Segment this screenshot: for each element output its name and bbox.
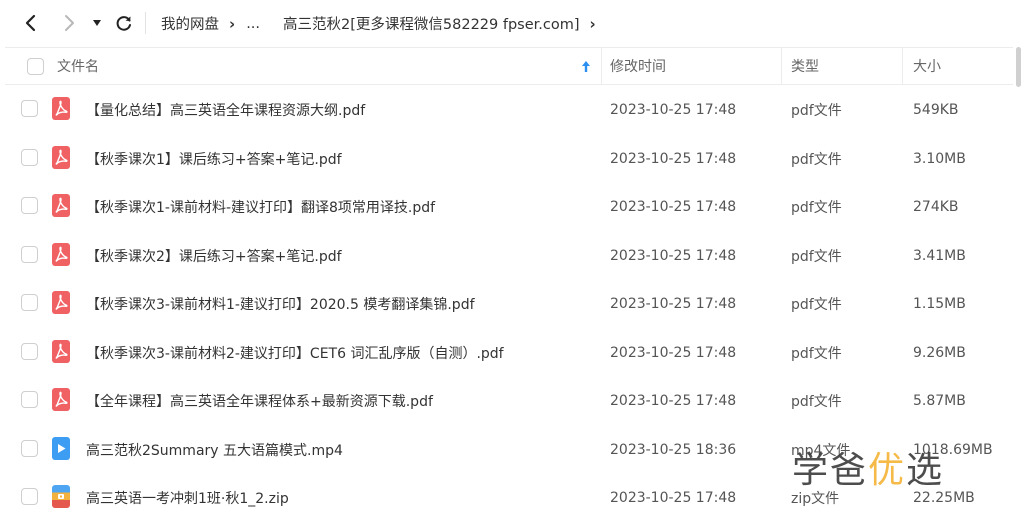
file-type: zip文件 [791, 491, 840, 508]
table-row[interactable]: 【秋季课次1】课后练习+答案+笔记.pdf 2023-10-25 17:48 p… [5, 135, 1013, 184]
row-checkbox[interactable] [21, 488, 38, 505]
pdf-icon [52, 291, 70, 314]
file-type: pdf文件 [791, 103, 842, 120]
table-row[interactable]: 高三范秋2Summary 五大语篇模式.mp4 2023-10-25 18:36… [5, 426, 1013, 475]
file-type: pdf文件 [791, 345, 842, 362]
file-size: 549KB [913, 102, 959, 119]
row-checkbox[interactable] [21, 294, 38, 311]
modified-time: 2023-10-25 18:36 [610, 441, 737, 458]
column-header-size-label: 大小 [913, 59, 941, 75]
column-header-modified-label: 修改时间 [610, 59, 666, 75]
breadcrumb-item-root[interactable]: 我的网盘 [161, 13, 219, 34]
sort-toggle[interactable] [581, 48, 591, 84]
modified-time: 2023-10-25 17:48 [610, 199, 737, 216]
modified-time: 2023-10-25 17:48 [610, 150, 737, 167]
scrollbar-thumb[interactable] [1016, 47, 1021, 87]
modified-time: 2023-10-25 17:48 [610, 102, 737, 119]
table-row[interactable]: 【秋季课次3-课前材料2-建议打印】CET6 词汇乱序版（自测）.pdf 202… [5, 329, 1013, 378]
pdf-icon [52, 145, 70, 169]
file-name-link[interactable]: 【量化总结】高三英语全年课程资源大纲.pdf [86, 86, 365, 135]
file-size: 5.87MB [913, 393, 966, 410]
file-name-link[interactable]: 【秋季课次1】课后练习+答案+笔记.pdf [86, 135, 342, 184]
pdf-icon [52, 242, 70, 266]
file-size: 3.10MB [913, 150, 966, 167]
column-divider [902, 48, 903, 84]
pdf-icon [52, 388, 70, 411]
modified-time: 2023-10-25 17:48 [610, 393, 737, 410]
pdf-icon [52, 97, 70, 120]
chevron-left-icon [25, 14, 36, 32]
column-header-size[interactable]: 大小 [913, 48, 941, 84]
column-header-modified[interactable]: 修改时间 [610, 48, 666, 84]
table-row[interactable]: 【全年课程】高三英语全年课程体系+最新资源下载.pdf 2023-10-25 1… [5, 377, 1013, 426]
file-name-link[interactable]: 【秋季课次1-课前材料-建议打印】翻译8项常用译技.pdf [86, 183, 435, 232]
table-row[interactable]: 【秋季课次1-课前材料-建议打印】翻译8项常用译技.pdf 2023-10-25… [5, 183, 1013, 232]
zip-file-icon [52, 485, 70, 508]
modified-time: 2023-10-25 17:48 [610, 247, 737, 264]
navigation-bar: 我的网盘 › ... 高三范秋2[更多课程微信582229 fpser.com]… [0, 0, 1024, 47]
arrow-up-icon [582, 60, 590, 72]
select-all-cell [27, 48, 44, 84]
file-type: pdf文件 [791, 394, 842, 411]
file-size: 22.25MB [913, 490, 975, 507]
table-row[interactable]: 高三英语一考冲刺1班·秋1_2.zip 2023-10-25 17:48 zip… [5, 474, 1013, 523]
table-header: 文件名 修改时间 类型 大小 [5, 47, 1013, 85]
breadcrumb: 我的网盘 › ... 高三范秋2[更多课程微信582229 fpser.com]… [161, 0, 607, 47]
history-dropdown-button[interactable] [89, 11, 105, 35]
modified-time: 2023-10-25 17:48 [610, 344, 737, 361]
nav-divider [145, 12, 146, 34]
column-header-type[interactable]: 类型 [791, 48, 819, 84]
file-type: pdf文件 [791, 151, 842, 168]
breadcrumb-item-ellipsis[interactable]: ... [246, 16, 260, 32]
row-checkbox[interactable] [21, 197, 38, 214]
file-name-link[interactable]: 【秋季课次2】课后练习+答案+笔记.pdf [86, 232, 342, 281]
file-size: 1.15MB [913, 296, 966, 313]
table-row[interactable]: 【量化总结】高三英语全年课程资源大纲.pdf 2023-10-25 17:48 … [5, 86, 1013, 135]
table-row[interactable]: 【秋季课次3-课前材料1-建议打印】2020.5 模考翻译集锦.pdf 2023… [5, 280, 1013, 329]
refresh-icon [116, 16, 131, 31]
modified-time: 2023-10-25 17:48 [610, 490, 737, 507]
row-checkbox[interactable] [21, 391, 38, 408]
file-size: 9.26MB [913, 344, 966, 361]
file-type: pdf文件 [791, 200, 842, 217]
file-name-link[interactable]: 【全年课程】高三英语全年课程体系+最新资源下载.pdf [86, 377, 433, 426]
file-type: pdf文件 [791, 297, 842, 314]
column-header-name[interactable]: 文件名 [57, 48, 99, 84]
back-button[interactable] [20, 11, 42, 35]
row-checkbox[interactable] [21, 148, 38, 166]
row-checkbox[interactable] [21, 439, 38, 457]
file-name-link[interactable]: 高三范秋2Summary 五大语篇模式.mp4 [86, 426, 343, 475]
file-type: mp4文件 [791, 442, 851, 459]
file-name-link[interactable]: 高三英语一考冲刺1班·秋1_2.zip [86, 474, 289, 523]
breadcrumb-item-current[interactable]: 高三范秋2[更多课程微信582229 fpser.com] [283, 13, 580, 34]
row-checkbox[interactable] [21, 100, 38, 117]
column-divider [781, 48, 782, 84]
caret-down-icon [93, 20, 101, 26]
file-size: 3.41MB [913, 247, 966, 264]
column-divider [601, 48, 602, 84]
row-checkbox[interactable] [21, 342, 38, 360]
video-file-icon [52, 436, 70, 460]
forward-button[interactable] [58, 11, 80, 35]
pdf-icon [52, 339, 70, 363]
breadcrumb-separator-icon: › [229, 14, 236, 33]
file-size: 274KB [913, 199, 959, 216]
select-all-checkbox[interactable] [27, 57, 44, 75]
file-name-link[interactable]: 【秋季课次3-课前材料2-建议打印】CET6 词汇乱序版（自测）.pdf [86, 329, 504, 378]
column-header-name-label: 文件名 [57, 59, 99, 75]
chevron-right-icon [65, 15, 74, 31]
vertical-scrollbar[interactable] [1013, 47, 1024, 530]
column-header-type-label: 类型 [791, 59, 819, 75]
pdf-icon [52, 194, 70, 217]
row-checkbox[interactable] [21, 245, 38, 263]
table-row[interactable]: 【秋季课次2】课后练习+答案+笔记.pdf 2023-10-25 17:48 p… [5, 232, 1013, 281]
file-size: 1018.69MB [913, 441, 993, 458]
modified-time: 2023-10-25 17:48 [610, 296, 737, 313]
breadcrumb-separator-icon: › [589, 14, 596, 33]
file-name-link[interactable]: 【秋季课次3-课前材料1-建议打印】2020.5 模考翻译集锦.pdf [86, 280, 475, 329]
file-type: pdf文件 [791, 248, 842, 265]
refresh-button[interactable] [113, 11, 135, 35]
